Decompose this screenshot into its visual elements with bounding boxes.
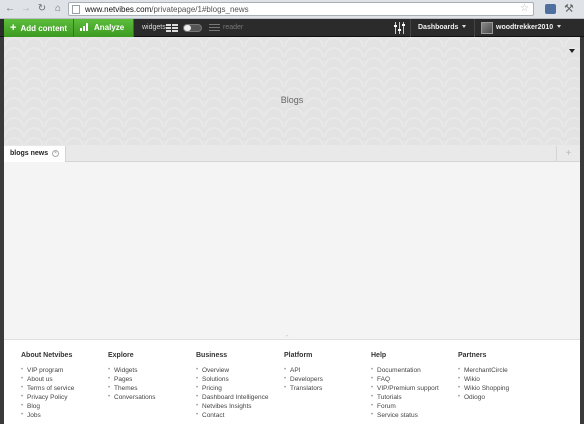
- footer-link-list: DocumentationFAQVIP/Premium supportTutor…: [371, 366, 455, 420]
- window-frame-edge: [580, 37, 584, 424]
- footer-link[interactable]: Wikio: [458, 375, 542, 384]
- footer-link-list: OverviewSolutionsPricingDashboard Intell…: [196, 366, 280, 420]
- page-icon: [72, 5, 80, 14]
- plus-icon: +: [10, 22, 17, 34]
- toolbar-divider: [410, 19, 411, 37]
- footer-link[interactable]: Widgets: [108, 366, 192, 375]
- extension-icon[interactable]: [545, 4, 556, 14]
- footer-column: About Netvibes VIP programAbout usTerms o…: [21, 351, 105, 420]
- avatar[interactable]: [481, 22, 493, 34]
- footer-column-title: About Netvibes: [21, 352, 73, 359]
- footer-link[interactable]: Wikio Shopping: [458, 384, 542, 393]
- analyze-label: Analyze: [94, 23, 125, 32]
- add-tab-button[interactable]: +: [556, 146, 580, 162]
- chevron-down-icon: [462, 25, 467, 28]
- reader-icon[interactable]: [209, 24, 220, 32]
- footer-link[interactable]: VIP program: [21, 366, 105, 375]
- footer-link[interactable]: Contact: [196, 411, 280, 420]
- footer-link[interactable]: Odiogo: [458, 393, 542, 402]
- footer-column: Platform APIDevelopersTranslators: [284, 351, 368, 393]
- bar-chart-icon: [80, 23, 90, 31]
- footer-link[interactable]: Service status: [371, 411, 455, 420]
- reader-label: reader: [223, 24, 244, 31]
- footer-link[interactable]: API: [284, 366, 368, 375]
- tab-close-icon[interactable]: ×: [52, 150, 59, 157]
- footer: ⌃ About Netvibes VIP programAbout usTerms…: [4, 335, 580, 424]
- footer-link[interactable]: Themes: [108, 384, 192, 393]
- footer-link[interactable]: Pages: [108, 375, 192, 384]
- footer-column: Partners MerchantCircleWikioWikio Shoppin…: [458, 351, 542, 402]
- footer-link-list: WidgetsPagesThemesConversations: [108, 366, 192, 402]
- tab-label: blogs news: [10, 150, 49, 157]
- footer-column-title: Business: [196, 352, 228, 359]
- footer-link[interactable]: Netvibes Insights: [196, 402, 280, 411]
- footer-column-title: Explore: [108, 352, 134, 359]
- settings-sliders-icon[interactable]: [394, 22, 405, 34]
- footer-link[interactable]: Documentation: [371, 366, 455, 375]
- back-arrow-icon[interactable]: ←: [4, 3, 16, 15]
- footer-link[interactable]: FAQ: [371, 375, 455, 384]
- analyze-button[interactable]: Analyze: [74, 19, 134, 37]
- chevron-down-icon: [557, 25, 562, 28]
- footer-link[interactable]: Dashboard Intelligence: [196, 393, 280, 402]
- footer-chevron-up-icon[interactable]: ⌃: [284, 335, 290, 343]
- footer-link[interactable]: VIP/Premium support: [371, 384, 455, 393]
- footer-link[interactable]: About us: [21, 375, 105, 384]
- username-label: woodtrekker2010: [496, 24, 554, 31]
- header-menu-chevron-icon[interactable]: [569, 49, 575, 53]
- browser-toolbar: ← → ↻ ⌂ www.netvibes.com/privatepage/1#b…: [0, 0, 584, 19]
- footer-link[interactable]: Conversations: [108, 393, 192, 402]
- footer-link-list: MerchantCircleWikioWikio ShoppingOdiogo: [458, 366, 542, 402]
- footer-column-title: Platform: [284, 352, 313, 359]
- netvibes-toolbar: + Add content Analyze widgets reader Dash…: [0, 19, 584, 37]
- forward-arrow-icon[interactable]: →: [20, 3, 32, 15]
- add-content-label: Add content: [20, 24, 68, 33]
- footer-link-list: VIP programAbout usTerms of servicePriva…: [21, 366, 105, 420]
- tab-blogs-news[interactable]: blogs news ×: [4, 146, 66, 162]
- reload-icon[interactable]: ↻: [36, 3, 48, 15]
- footer-column-title: Help: [371, 352, 387, 359]
- home-icon[interactable]: ⌂: [52, 3, 64, 15]
- wrench-menu-icon[interactable]: ⚒: [564, 2, 574, 16]
- url-domain: www.netvibes.com: [85, 5, 152, 14]
- footer-column: Explore WidgetsPagesThemesConversations: [108, 351, 192, 402]
- footer-link[interactable]: MerchantCircle: [458, 366, 542, 375]
- footer-column: Business OverviewSolutionsPricingDashboar…: [196, 351, 280, 420]
- dashboard-title: Blogs: [280, 95, 304, 105]
- dashboards-menu[interactable]: Dashboards: [418, 19, 467, 37]
- dashboard-header: Blogs: [4, 37, 580, 145]
- footer-link[interactable]: Jobs: [21, 411, 105, 420]
- footer-link[interactable]: Developers: [284, 375, 368, 384]
- footer-link[interactable]: Pricing: [196, 384, 280, 393]
- url-text: www.netvibes.com/privatepage/1#blogs_new…: [85, 4, 249, 15]
- footer-column: Help DocumentationFAQVIP/Premium supportT…: [371, 351, 455, 420]
- tab-content-area: [4, 163, 580, 338]
- footer-link[interactable]: Tutorials: [371, 393, 455, 402]
- footer-link[interactable]: Terms of service: [21, 384, 105, 393]
- footer-link-list: APIDevelopersTranslators: [284, 366, 368, 393]
- address-bar[interactable]: www.netvibes.com/privatepage/1#blogs_new…: [68, 2, 534, 16]
- dashboards-label: Dashboards: [418, 24, 459, 31]
- widgets-grid-icon[interactable]: [166, 24, 178, 32]
- footer-link[interactable]: Forum: [371, 402, 455, 411]
- toolbar-divider: [474, 19, 475, 37]
- footer-column-title: Partners: [458, 352, 487, 359]
- footer-link[interactable]: Translators: [284, 384, 368, 393]
- view-toggle[interactable]: [183, 24, 202, 32]
- bookmark-star-icon[interactable]: ☆: [520, 3, 529, 15]
- dashboard-page: Blogs blogs news × + ⌃ About Netvibes VIP…: [4, 37, 580, 424]
- widgets-label: widgets: [142, 24, 166, 31]
- footer-link[interactable]: Privacy Policy: [21, 393, 105, 402]
- tab-bar: blogs news × +: [4, 145, 580, 162]
- footer-link[interactable]: Overview: [196, 366, 280, 375]
- add-content-button[interactable]: + Add content: [4, 19, 74, 37]
- user-menu[interactable]: woodtrekker2010: [496, 19, 562, 37]
- url-path: /privatepage/1#blogs_news: [151, 5, 249, 14]
- footer-link[interactable]: Blog: [21, 402, 105, 411]
- footer-link[interactable]: Solutions: [196, 375, 280, 384]
